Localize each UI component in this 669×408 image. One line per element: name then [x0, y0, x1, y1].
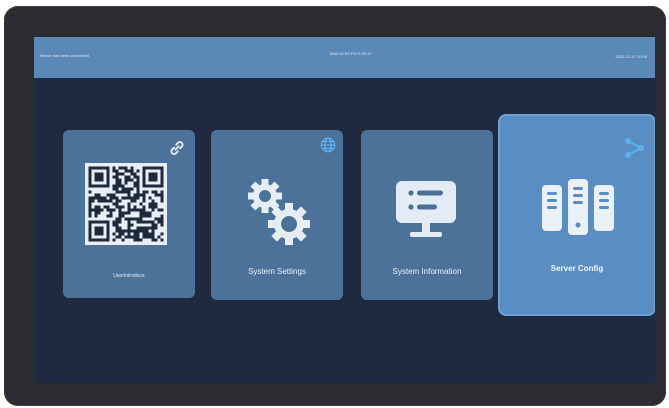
status-bar: Server has been connected MAC:AI:E0:FH:H…: [34, 37, 655, 78]
gear-icon: [248, 179, 310, 245]
qr-code: [85, 163, 167, 245]
mac-address: MAC:AI:E0:FH:H:2E:1T: [330, 51, 373, 56]
tile-label-system-settings: System Settings: [248, 267, 306, 276]
tile-user-introduce[interactable]: UserIntroduce: [63, 130, 195, 298]
tile-label-system-information: System Information: [392, 267, 462, 276]
tile-server-config[interactable]: Server Config: [500, 116, 654, 314]
tile-label-server-config: Server Config: [550, 264, 604, 273]
datetime: 2022-10-17 10:09: [615, 54, 647, 59]
server-rack-icon: [542, 179, 614, 235]
tile-system-information[interactable]: System Information: [361, 130, 493, 300]
tile-label-user-introduce: UserIntroduce: [113, 273, 145, 279]
globe-icon[interactable]: [319, 136, 337, 154]
link-icon[interactable]: [167, 138, 187, 158]
monitor-icon: [396, 181, 456, 237]
share-icon[interactable]: [622, 136, 646, 160]
screen: Server has been connected MAC:AI:E0:FH:H…: [34, 37, 655, 383]
connection-status: Server has been connected: [40, 53, 89, 58]
tile-system-settings[interactable]: System Settings: [211, 130, 343, 300]
